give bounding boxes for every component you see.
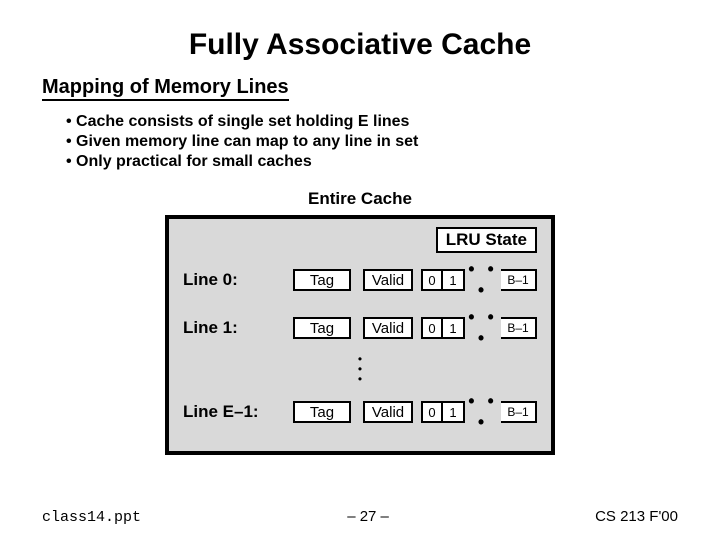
cache-line-1: Line 1: Tag Valid 0 1 • • • B–1 — [183, 307, 537, 349]
valid-box: Valid — [363, 317, 413, 339]
tag-box: Tag — [293, 317, 351, 339]
slide: Fully Associative Cache Mapping of Memor… — [0, 0, 720, 540]
vertical-ellipsis-icon: ••• — [183, 355, 537, 385]
footer: class14.ppt – 27 – CS 213 F'00 — [42, 508, 678, 526]
valid-box: Valid — [363, 269, 413, 291]
bullet-item: Given memory line can map to any line in… — [66, 133, 678, 151]
valid-box: Valid — [363, 401, 413, 423]
cache-line-0: Line 0: Tag Valid 0 1 • • • B–1 — [183, 259, 537, 301]
cache-title: Entire Cache — [42, 189, 678, 209]
bullet-item: Cache consists of single set holding E l… — [66, 113, 678, 131]
ellipsis-icon: • • • — [465, 259, 501, 301]
cache-box: LRU State Line 0: Tag Valid 0 1 • • • B–… — [165, 215, 555, 455]
cache-diagram: LRU State Line 0: Tag Valid 0 1 • • • B–… — [42, 215, 678, 455]
tag-box: Tag — [293, 401, 351, 423]
line-label: Line E–1: — [183, 402, 293, 422]
byte-0: 0 — [421, 269, 443, 291]
bullet-item: Only practical for small caches — [66, 153, 678, 171]
byte-1: 1 — [443, 269, 465, 291]
line-label: Line 0: — [183, 270, 293, 290]
slide-title: Fully Associative Cache — [42, 28, 678, 62]
byte-0: 0 — [421, 401, 443, 423]
byte-last: B–1 — [501, 401, 537, 423]
byte-0: 0 — [421, 317, 443, 339]
byte-last: B–1 — [501, 317, 537, 339]
footer-course: CS 213 F'00 — [595, 508, 678, 525]
footer-page-number: – 27 – — [141, 508, 595, 525]
ellipsis-icon: • • • — [465, 307, 501, 349]
tag-box: Tag — [293, 269, 351, 291]
byte-last: B–1 — [501, 269, 537, 291]
ellipsis-icon: • • • — [465, 391, 501, 433]
section-subtitle: Mapping of Memory Lines — [42, 76, 289, 101]
line-label: Line 1: — [183, 318, 293, 338]
lru-row: LRU State — [183, 227, 537, 253]
cache-line-e-minus-1: Line E–1: Tag Valid 0 1 • • • B–1 — [183, 391, 537, 433]
footer-filename: class14.ppt — [42, 509, 141, 526]
byte-1: 1 — [443, 401, 465, 423]
byte-1: 1 — [443, 317, 465, 339]
bullet-list: Cache consists of single set holding E l… — [66, 113, 678, 171]
lru-state-box: LRU State — [436, 227, 537, 253]
